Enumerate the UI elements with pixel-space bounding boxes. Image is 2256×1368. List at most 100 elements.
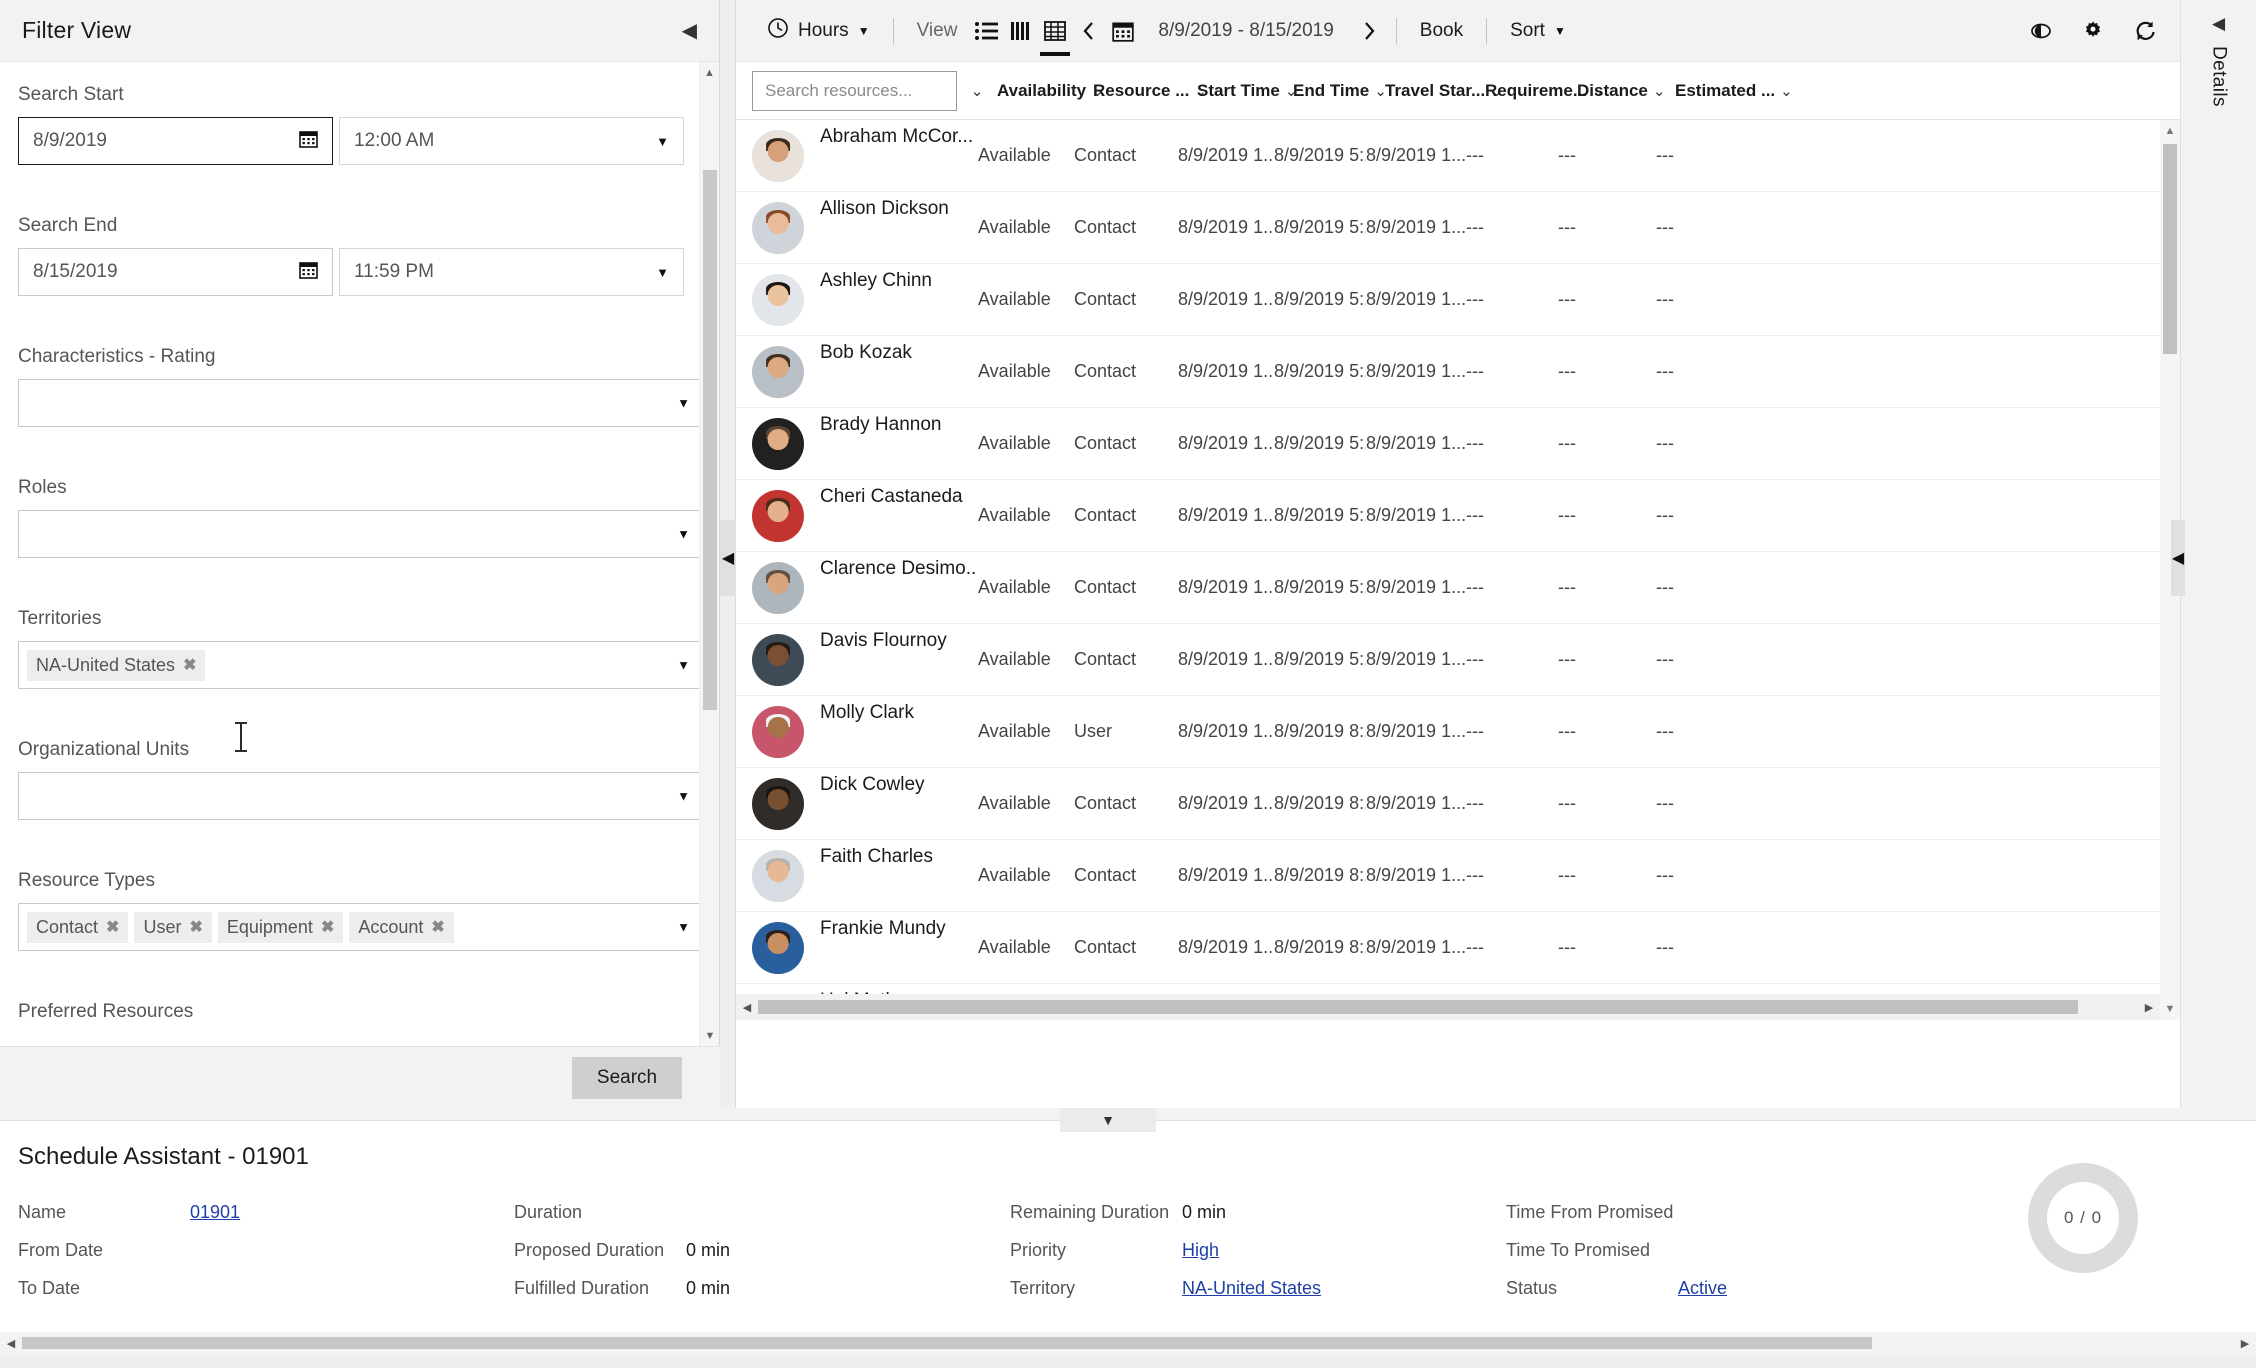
calendar-icon[interactable]	[299, 129, 318, 154]
cell-end-time: 8/9/2019 8:...	[1274, 937, 1366, 957]
table-row[interactable]: Davis Flournoy Available Contact 8/9/2019 1…	[736, 624, 2180, 696]
search-start-date-input[interactable]: 8/9/2019	[18, 117, 333, 165]
scroll-up-icon[interactable]: ▲	[2160, 120, 2180, 142]
chevron-left-icon[interactable]: ◀	[2212, 14, 2225, 34]
details-rail-grip[interactable]: ◀	[2171, 520, 2185, 596]
cell-requirement: ---	[1466, 145, 1484, 165]
cell-requirement: ---	[1466, 217, 1484, 237]
column-header-end-time[interactable]: End Time ⌄	[1293, 81, 1387, 101]
hscroll-thumb[interactable]	[758, 1000, 2078, 1014]
table-row[interactable]: Frankie Mundy Available Contact 8/9/2019 1.…	[736, 912, 2180, 984]
resource-type-chip-label: Contact	[36, 916, 99, 937]
splitter-collapse-handle[interactable]: ◀	[720, 520, 736, 596]
hours-dropdown[interactable]: Hours ▼	[754, 10, 883, 52]
previous-period-icon[interactable]	[1072, 14, 1106, 48]
resource-types-select[interactable]: Contact ✖ User ✖ Equipment ✖ Account ✖ ▼	[18, 903, 700, 951]
table-row[interactable]: Cheri Castaneda Available Contact 8/9/2019 …	[736, 480, 2180, 552]
sort-dropdown[interactable]: Sort ▼	[1497, 10, 1579, 52]
column-filter-icon[interactable]: ⌄	[957, 82, 997, 100]
territory-chip[interactable]: NA-United States ✖	[27, 649, 206, 681]
column-header-requirement[interactable]: Requireme... ⌄	[1485, 81, 1605, 101]
search-end-date-input[interactable]: 8/15/2019	[18, 248, 333, 296]
scroll-down-icon[interactable]: ▼	[2160, 998, 2180, 1020]
cell-end-time: 8/9/2019 5:...	[1274, 505, 1366, 525]
column-header-distance[interactable]: Distance ⌄	[1577, 81, 1675, 101]
bp-hscroll-thumb[interactable]	[22, 1337, 1872, 1349]
column-header-start-time[interactable]: Start Time ⌄	[1197, 81, 1297, 101]
cell-availability: Available	[978, 361, 1051, 381]
next-period-icon[interactable]	[1352, 14, 1386, 48]
table-row[interactable]: Faith Charles Available Contact 8/9/2019 1.…	[736, 840, 2180, 912]
field-value-link[interactable]: Active	[1678, 1278, 1727, 1299]
resource-type-chip[interactable]: User ✖	[134, 911, 212, 943]
booking-column-3: Remaining Duration 0 min Priority High T…	[1010, 1193, 1506, 1307]
cell-travel-start: 8/9/2019 1...	[1366, 793, 1466, 813]
refresh-icon[interactable]	[2128, 14, 2162, 48]
cell-requirement: ---	[1466, 361, 1484, 381]
resource-type-chip[interactable]: Contact ✖	[27, 911, 129, 943]
table-row[interactable]: Allison Dickson Available Contact 8/9/2019 …	[736, 192, 2180, 264]
grid-view-icon[interactable]	[1038, 14, 1072, 56]
list-view-icon[interactable]	[970, 14, 1004, 48]
vertical-columns-icon[interactable]	[1004, 14, 1038, 48]
territories-select[interactable]: NA-United States ✖ ▼	[18, 641, 700, 689]
search-button[interactable]: Search	[572, 1056, 682, 1099]
filter-panel-header: Filter View ◀	[0, 0, 719, 62]
field-value-link[interactable]: NA-United States	[1182, 1278, 1321, 1299]
table-row[interactable]: Ashley Chinn Available Contact 8/9/2019 1..…	[736, 264, 2180, 336]
schedule-collapse-toggle[interactable]: ▼	[1060, 1108, 1156, 1132]
scroll-left-icon[interactable]: ◀	[736, 1001, 758, 1014]
field-value-link[interactable]: High	[1182, 1240, 1219, 1261]
search-resources-input[interactable]: Search resources...	[752, 70, 957, 111]
scroll-left-icon[interactable]: ◀	[0, 1337, 22, 1350]
scroll-up-icon[interactable]: ▲	[700, 62, 719, 84]
grid-scroll-thumb[interactable]	[2163, 144, 2177, 354]
filter-scroll-thumb[interactable]	[703, 170, 717, 710]
calendar-icon[interactable]	[299, 260, 318, 285]
characteristics-rating-select[interactable]: ▼	[18, 379, 700, 427]
scroll-right-icon[interactable]: ▶	[2138, 1001, 2160, 1014]
calendar-picker-icon[interactable]	[1106, 14, 1140, 48]
field-value-link[interactable]: 01901	[190, 1202, 240, 1223]
remove-chip-icon[interactable]: ✖	[189, 917, 202, 937]
table-row[interactable]: Dick Cowley Available Contact 8/9/2019 1...…	[736, 768, 2180, 840]
resource-type-chip[interactable]: Equipment ✖	[217, 911, 344, 943]
resource-types-label: Resource Types	[18, 870, 155, 891]
table-row[interactable]: Abraham McCor... Available Contact 8/9/2019…	[736, 120, 2180, 192]
hscroll-track[interactable]	[758, 1000, 2138, 1014]
remove-chip-icon[interactable]: ✖	[321, 917, 334, 937]
table-row[interactable]: Bob Kozak Available Contact 8/9/2019 1... 8/…	[736, 336, 2180, 408]
column-header-resource-type[interactable]: Resource ... ⌄	[1093, 81, 1207, 101]
scroll-down-icon[interactable]: ▼	[700, 1025, 720, 1047]
booking-progress-value: 0 / 0	[2047, 1182, 2119, 1254]
table-row[interactable]: Clarence Desimo... Available Contact 8/9/20…	[736, 552, 2180, 624]
column-header-availability[interactable]: Availability ⌄	[997, 81, 1104, 101]
filter-panel-scrollbar[interactable]: ▲ ▼	[699, 62, 719, 1047]
booking-field-time-to-promised: Time To Promised	[1506, 1231, 2002, 1269]
filter-collapse-icon[interactable]: ◀	[682, 21, 697, 41]
remove-chip-icon[interactable]: ✖	[106, 917, 119, 937]
booking-panel-scrollbar[interactable]: ◀ ▶	[0, 1332, 2256, 1354]
roles-select[interactable]: ▼	[18, 510, 700, 558]
organizational-units-select[interactable]: ▼	[18, 772, 700, 820]
remove-chip-icon[interactable]: ✖	[431, 917, 444, 937]
book-button[interactable]: Book	[1407, 10, 1476, 52]
details-rail[interactable]: ◀ Details ◀	[2171, 0, 2256, 1108]
scroll-right-icon[interactable]: ▶	[2234, 1337, 2256, 1350]
cell-resource-name: Davis Flournoy	[820, 630, 947, 651]
cell-travel-start: 8/9/2019 1...	[1366, 937, 1466, 957]
cell-travel-start: 8/9/2019 1...	[1366, 649, 1466, 669]
gear-icon[interactable]	[2076, 14, 2110, 48]
search-start-time-select[interactable]: 12:00 AM ▼	[339, 117, 684, 165]
eye-icon[interactable]	[2024, 14, 2058, 48]
resource-type-chip[interactable]: Account ✖	[349, 911, 454, 943]
table-row[interactable]: Molly Clark Available User 8/9/2019 1... 8/9…	[736, 696, 2180, 768]
column-header-estimated[interactable]: Estimated ... ⌄	[1675, 81, 1793, 101]
remove-chip-icon[interactable]: ✖	[183, 655, 196, 675]
grid-horizontal-scrollbar[interactable]: ◀ ▶	[736, 994, 2160, 1020]
search-end-time-select[interactable]: 11:59 PM ▼	[339, 248, 684, 296]
cell-resource-type: User	[1074, 721, 1113, 741]
column-header-travel-start[interactable]: Travel Star... ⌄	[1385, 81, 1503, 101]
bp-hscroll-track[interactable]	[22, 1337, 2234, 1349]
table-row[interactable]: Brady Hannon Available Contact 8/9/2019 1..…	[736, 408, 2180, 480]
